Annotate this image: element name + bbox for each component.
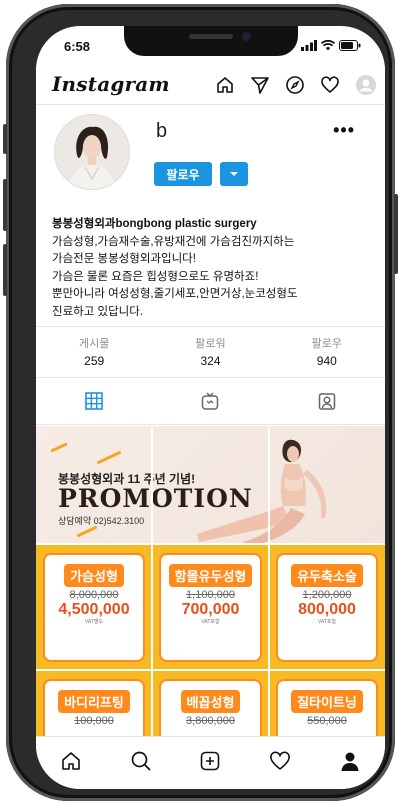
price-card: 가슴성형 8,000,000 4,500,000 VAT별도 (43, 553, 145, 662)
phone-screen: 6:58 Instagram b ••• 팔로우 봉봉성형외과bongbong … (36, 26, 385, 789)
bio-line: 가슴성형,가슴재수술,유방재건에 가슴검진까지하는 (52, 235, 295, 248)
more-options-icon[interactable]: ••• (333, 120, 355, 141)
status-icons (301, 40, 361, 51)
igtv-icon (202, 392, 219, 410)
stat-value: 259 (84, 354, 105, 368)
stat-value: 940 (316, 354, 337, 368)
price-tile: 바디리프팅 100,000 (36, 670, 152, 766)
profile-stats: 게시물 259 팔로워 324 팔로우 940 (36, 326, 385, 378)
grid-icon (85, 392, 103, 410)
card-new-price: 700,000 (181, 601, 240, 618)
decor-stripe (96, 450, 122, 465)
status-time: 6:58 (64, 39, 91, 54)
profile-username: b (156, 120, 168, 142)
tagged-icon (318, 393, 336, 410)
wifi-icon (321, 40, 335, 51)
add-post-icon[interactable] (199, 750, 221, 772)
card-new-price: 800,000 (298, 601, 356, 618)
price-card: 유두축소술 1,200,000 800,000 VAT포함 (276, 553, 378, 662)
price-tile: 함몰유두성형 1,100,000 700,000 VAT포함 (152, 544, 269, 670)
promo-banner: 봉봉성형외과 11 주년 기념! PROMOTION 상담예약 02)542.3… (36, 426, 385, 544)
promo-title: PROMOTION (58, 484, 253, 513)
suggested-dropdown-button[interactable] (220, 162, 248, 186)
profile-avatar[interactable] (54, 114, 130, 190)
bio-line: 뿐만아니라 여성성형,줄기세포,안면거상,눈코성형도 (52, 288, 298, 300)
stat-posts[interactable]: 게시물 259 (36, 327, 152, 377)
top-navigation: Instagram (36, 66, 385, 105)
stat-followers[interactable]: 팔로워 324 (152, 327, 268, 377)
search-icon[interactable] (130, 750, 152, 772)
silent-switch (3, 124, 7, 154)
stat-value: 324 (200, 354, 221, 368)
card-title: 유두축소술 (291, 564, 363, 587)
tab-grid[interactable] (36, 378, 152, 424)
card-title: 함몰유두성형 (168, 564, 253, 587)
profile-icon[interactable] (339, 750, 361, 772)
bio-name: 봉봉성형외과bongbong plastic surgery (52, 218, 257, 230)
price-tile: 유두축소술 1,200,000 800,000 VAT포함 (269, 544, 385, 670)
home-icon[interactable] (60, 750, 82, 772)
power-button (394, 194, 398, 274)
card-title: 배꼽성형 (180, 690, 241, 713)
tab-tagged[interactable] (269, 378, 385, 424)
card-title: 바디리프팅 (58, 690, 130, 713)
card-old-price: 8,000,000 (69, 589, 119, 601)
card-title: 질타이트닝 (291, 690, 363, 713)
card-vat: VAT포함 (317, 619, 337, 625)
profile-tabs (36, 378, 385, 425)
profile-avatar-icon[interactable] (355, 74, 377, 96)
battery-icon (339, 40, 361, 51)
bottom-navigation (36, 736, 385, 789)
card-old-price: 550,000 (307, 715, 347, 727)
decor-stripe (50, 442, 68, 453)
chevron-down-icon (230, 172, 238, 176)
price-tile: 가슴성형 8,000,000 4,500,000 VAT별도 (36, 544, 152, 670)
stat-label: 팔로워 (195, 338, 226, 350)
volume-up-button (3, 179, 7, 231)
card-old-price: 1,200,000 (302, 589, 352, 601)
card-vat: VAT별도 (84, 619, 104, 625)
volume-down-button (3, 244, 7, 296)
stat-label: 팔로우 (311, 338, 342, 350)
price-card: 함몰유두성형 1,100,000 700,000 VAT포함 (159, 553, 262, 662)
tab-igtv[interactable] (152, 378, 268, 424)
card-old-price: 1,100,000 (186, 589, 235, 601)
post-grid[interactable]: 봉봉성형외과 11 주년 기념! PROMOTION 상담예약 02)542.3… (36, 426, 385, 766)
activity-heart-icon[interactable] (269, 750, 291, 772)
card-old-price: 3,800,000 (186, 715, 235, 727)
bio-line: 가슴전문 봉봉성형외과입니다! (52, 253, 196, 265)
card-old-price: 100,000 (74, 715, 114, 727)
bio-line: 가슴은 물론 요즘은 힙성형으로도 유명하죠! (52, 270, 259, 283)
follow-button[interactable]: 팔로우 (154, 162, 212, 186)
top-icons (215, 74, 377, 96)
explore-icon[interactable] (285, 75, 305, 95)
phone-frame: 6:58 Instagram b ••• 팔로우 봉봉성형외과bongbong … (3, 4, 398, 801)
heart-icon[interactable] (320, 75, 340, 95)
instagram-logo[interactable]: Instagram (52, 72, 170, 96)
stat-label: 게시물 (78, 338, 110, 350)
card-vat: VAT포함 (201, 619, 220, 625)
status-bar: 6:58 (36, 39, 385, 57)
person-photo-icon (55, 115, 129, 189)
direct-send-icon[interactable] (250, 75, 270, 95)
home-icon[interactable] (215, 75, 235, 95)
profile-bio: 봉봉성형외과bongbong plastic surgery 가슴성형,가슴재수… (52, 216, 375, 321)
stat-following[interactable]: 팔로우 940 (269, 327, 385, 377)
card-title: 가슴성형 (64, 564, 124, 587)
price-tile: 질타이트닝 550,000 (269, 670, 385, 766)
signal-icon (301, 40, 317, 51)
decor-stripe (76, 525, 98, 538)
card-new-price: 4,500,000 (58, 601, 130, 618)
price-tile: 배꼽성형 3,800,000 (152, 670, 269, 766)
bio-line: 진료하고 있답니다. (52, 305, 144, 318)
promo-contact: 상담예약 02)542.3100 (58, 516, 145, 526)
